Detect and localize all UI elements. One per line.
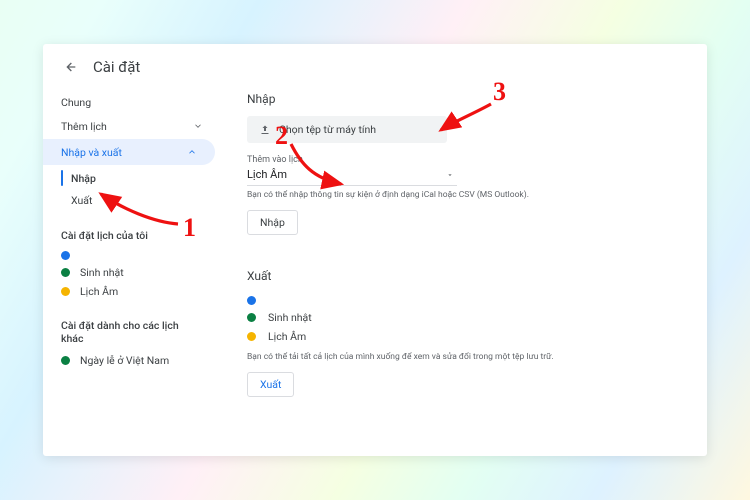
chevron-up-icon [187,147,197,157]
back-button[interactable] [61,58,79,76]
chevron-down-icon [193,121,203,131]
sidebar-calendar-item[interactable] [43,248,221,263]
calendar-color-dot [61,356,70,365]
choose-file-button[interactable]: Chọn tệp từ máy tính [247,116,447,143]
sidebar: Chung Thêm lịch Nhập và xuất Nhập Xuất [43,86,221,456]
sidebar-calendar-item[interactable]: Sinh nhật [43,263,221,282]
calendar-color-dot [61,268,70,277]
sidebar-subitem-export[interactable]: Xuất [53,189,221,211]
button-label: Xuất [260,378,281,391]
settings-window: Cài đặt Chung Thêm lịch Nhập và xuất Nhậ… [43,44,707,456]
field-label: Thêm vào lịch [247,155,681,165]
calendar-label: Lịch Âm [268,330,306,343]
caret-down-icon [445,170,455,180]
page-title: Cài đặt [93,58,140,76]
calendar-color-dot [247,296,256,305]
sidebar-item-label: Xuất [71,194,92,207]
section-title-import: Nhập [247,92,681,106]
import-button[interactable]: Nhập [247,210,298,235]
calendar-label: Sinh nhật [268,311,312,324]
sidebar-item-label: Nhập [71,172,96,185]
calendar-color-dot [61,287,70,296]
section-title-export: Xuất [247,269,681,283]
sidebar-heading-other-calendars: Cài đặt dành cho các lịch khác [43,311,221,351]
export-helper-text: Bạn có thể tải tất cả lịch của mình xuốn… [247,352,681,362]
calendar-color-dot [247,313,256,322]
export-button[interactable]: Xuất [247,372,294,397]
calendar-color-dot [247,332,256,341]
select-value: Lịch Âm [247,168,287,181]
sidebar-item-label: Thêm lịch [61,120,107,133]
add-to-calendar-field: Thêm vào lịch Lịch Âm Bạn có thể nhập th… [247,155,681,200]
add-to-calendar-select[interactable]: Lịch Âm [247,166,457,186]
sidebar-calendar-item[interactable]: Ngày lễ ở Việt Nam [43,351,221,370]
sidebar-item-label: Ngày lễ ở Việt Nam [80,354,169,367]
sidebar-item-add-calendar[interactable]: Thêm lịch [43,113,221,139]
sidebar-item-general[interactable]: Chung [43,96,221,109]
header: Cài đặt [43,44,707,86]
sidebar-calendar-item[interactable]: Lịch Âm [43,282,221,301]
export-calendar-item: Sinh nhật [247,308,681,327]
sidebar-item-label: Lịch Âm [80,285,118,298]
button-label: Nhập [260,216,285,229]
sidebar-item-import-export[interactable]: Nhập và xuất [43,139,215,165]
sidebar-item-label: Nhập và xuất [61,146,122,159]
arrow-left-icon [62,59,78,75]
body: Chung Thêm lịch Nhập và xuất Nhập Xuất [43,86,707,456]
calendar-color-dot [61,251,70,260]
sidebar-item-label: Sinh nhật [80,266,124,279]
import-helper-text: Bạn có thể nhập thông tin sự kiện ở định… [247,190,681,200]
button-label: Chọn tệp từ máy tính [279,123,376,136]
sidebar-subitems: Nhập Xuất [43,167,221,211]
sidebar-subitem-import[interactable]: Nhập [53,167,221,189]
main-panel: Nhập Chọn tệp từ máy tính Thêm vào lịch … [221,86,707,456]
export-calendar-item [247,293,681,308]
export-calendar-item: Lịch Âm [247,327,681,346]
sidebar-heading-my-calendars: Cài đặt lịch của tôi [43,221,221,248]
upload-icon [259,124,271,136]
